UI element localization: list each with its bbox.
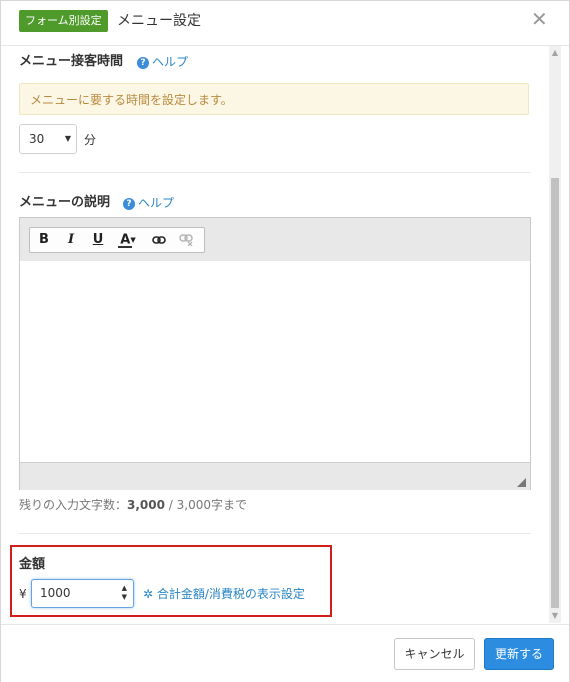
dialog-title: メニュー設定: [117, 13, 201, 29]
counter-prefix: 残りの入力文字数：: [19, 498, 128, 512]
help-icon: ?: [123, 197, 135, 210]
price-title: 金額: [19, 557, 46, 572]
cancel-button[interactable]: キャンセル: [394, 638, 475, 670]
editor-button-group: B I U A▼: [29, 227, 205, 253]
scroll-up-icon[interactable]: ▲: [549, 46, 561, 60]
price-stepper[interactable]: ▲ ▼: [122, 584, 127, 602]
form-settings-badge: フォーム別設定: [19, 10, 108, 32]
tax-display-settings-link[interactable]: ✲ 合計金額/消費税の表示設定: [143, 586, 305, 602]
menu-settings-dialog: フォーム別設定 メニュー設定 ✕ メニュー接客時間 ? ヘルプ メニューに要する時…: [0, 0, 570, 682]
scroll-down-icon[interactable]: ▼: [549, 609, 561, 623]
stepper-up-icon[interactable]: ▲: [122, 584, 127, 593]
duration-select-value: 30: [29, 132, 45, 146]
gear-icon: ✲: [143, 587, 154, 601]
close-icon[interactable]: ✕: [531, 7, 548, 31]
update-button[interactable]: 更新する: [484, 638, 554, 670]
editor-toolbar: B I U A▼: [20, 218, 530, 262]
tax-link-label: 合計金額/消費税の表示設定: [156, 587, 305, 601]
description-help-label: ヘルプ: [138, 196, 175, 210]
stepper-down-icon[interactable]: ▼: [122, 593, 127, 602]
price-input[interactable]: 1000 ▲ ▼: [31, 579, 134, 608]
caret-down-icon: ▼: [130, 236, 136, 244]
duration-select[interactable]: 30 ▼: [19, 124, 77, 154]
character-counter: 残りの入力文字数：3,000 / 3,000字まで: [19, 497, 247, 513]
unlink-icon[interactable]: [175, 230, 197, 250]
chevron-down-icon: ▼: [64, 134, 71, 143]
duration-help-link[interactable]: ? ヘルプ: [137, 54, 188, 70]
price-value: 1000: [40, 586, 71, 600]
counter-suffix: 3,000字まで: [176, 498, 248, 512]
duration-title: メニュー接客時間: [19, 54, 124, 69]
vertical-scrollbar[interactable]: ▲ ▼: [549, 46, 561, 623]
italic-button[interactable]: I: [60, 230, 82, 250]
description-help-link[interactable]: ? ヘルプ: [123, 195, 174, 211]
counter-separator: /: [164, 498, 177, 512]
help-icon: ?: [137, 56, 149, 69]
duration-help-label: ヘルプ: [152, 55, 189, 69]
editor-text-area[interactable]: [20, 261, 530, 462]
underline-button[interactable]: U: [87, 230, 109, 250]
description-title: メニューの説明: [19, 195, 111, 210]
rich-text-editor: B I U A▼: [19, 217, 531, 490]
currency-symbol: ¥: [19, 587, 27, 601]
resize-handle-icon[interactable]: [517, 478, 526, 487]
duration-unit: 分: [84, 133, 97, 147]
section-divider: [19, 533, 531, 534]
link-icon[interactable]: [148, 230, 170, 250]
editor-statusbar: [20, 462, 530, 490]
scroll-thumb[interactable]: [551, 178, 559, 608]
section-divider: [19, 172, 531, 173]
text-color-swatch: [118, 246, 132, 248]
dialog-content[interactable]: メニュー接客時間 ? ヘルプ メニューに要する時間を設定します。 30 ▼ 分 メ…: [1, 46, 549, 624]
duration-notice: メニューに要する時間を設定します。: [19, 83, 529, 115]
dialog-header: フォーム別設定 メニュー設定 ✕: [1, 1, 569, 46]
bold-button[interactable]: B: [33, 230, 55, 250]
text-color-button[interactable]: A▼: [114, 230, 142, 250]
counter-remaining: 3,000: [127, 498, 165, 512]
dialog-footer: キャンセル 更新する: [1, 624, 569, 682]
